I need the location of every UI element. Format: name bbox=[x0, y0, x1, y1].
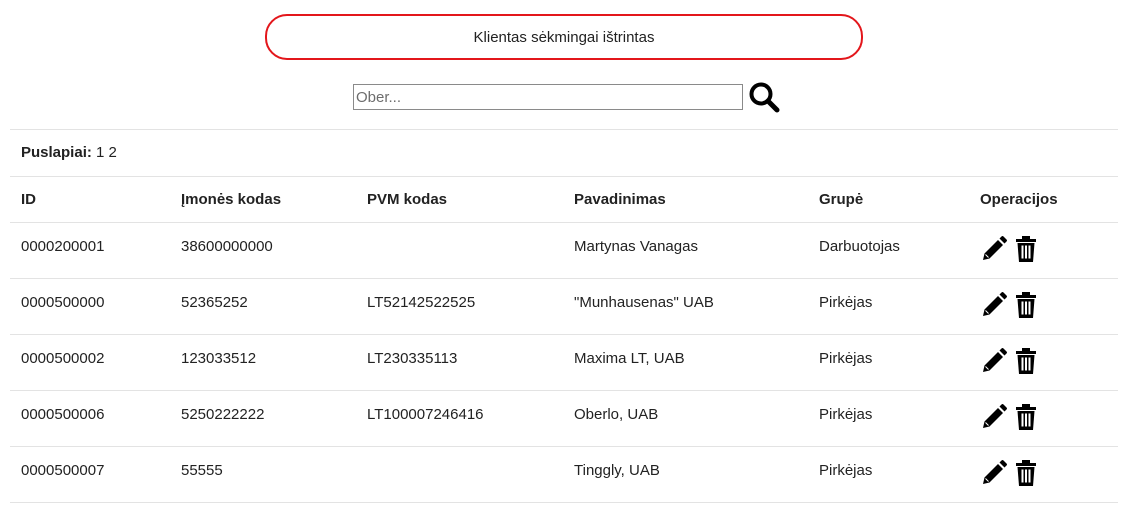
pencil-icon[interactable] bbox=[980, 291, 1008, 319]
divider bbox=[10, 129, 1118, 130]
table-row: 0000200001 38600000000 Martynas Vanagas Dar… bbox=[10, 222, 1118, 279]
success-alert: Klientas sėkmingai ištrintas bbox=[265, 14, 863, 60]
cell-grupe: Pirkėjas bbox=[808, 446, 969, 503]
trash-icon[interactable] bbox=[1012, 459, 1040, 487]
cell-operacijos bbox=[969, 334, 1118, 391]
pencil-icon[interactable] bbox=[980, 459, 1008, 487]
table-row: 0000500002 123033512 LT230335113 Maxima LT,… bbox=[10, 334, 1118, 391]
trash-icon[interactable] bbox=[1012, 235, 1040, 263]
trash-icon[interactable] bbox=[1012, 403, 1040, 431]
header-pvm-kodas[interactable]: PVM kodas bbox=[356, 176, 563, 223]
header-pavadinimas[interactable]: Pavadinimas bbox=[563, 176, 808, 223]
cell-pvm-kodas: LT100007246416 bbox=[356, 390, 563, 447]
header-imones-kodas[interactable]: Įmonės kodas bbox=[170, 176, 356, 223]
alert-message: Klientas sėkmingai ištrintas bbox=[473, 28, 655, 46]
cell-pavadinimas: Tinggly, UAB bbox=[563, 446, 808, 503]
row-operations bbox=[980, 235, 1118, 263]
cell-operacijos bbox=[969, 222, 1118, 279]
page-link-2[interactable]: 2 bbox=[109, 144, 117, 161]
cell-pvm-kodas bbox=[356, 446, 563, 503]
search-icon bbox=[749, 82, 780, 113]
search-input[interactable] bbox=[353, 84, 743, 110]
header-operacijos: Operacijos bbox=[969, 176, 1118, 223]
table-row: 0000500007 55555 Tinggly, UAB Pirkėjas bbox=[10, 446, 1118, 503]
cell-grupe: Pirkėjas bbox=[808, 278, 969, 335]
cell-imones-kodas: 38600000000 bbox=[170, 222, 356, 279]
cell-grupe: Darbuotojas bbox=[808, 222, 969, 279]
table-header-row: ID Įmonės kodas PVM kodas Pavadinimas Gr… bbox=[10, 176, 1118, 223]
pagination-label: Puslapiai: bbox=[21, 144, 92, 161]
header-grupe[interactable]: Grupė bbox=[808, 176, 969, 223]
cell-pavadinimas: Oberlo, UAB bbox=[563, 390, 808, 447]
cell-operacijos bbox=[969, 390, 1118, 447]
cell-pvm-kodas: LT230335113 bbox=[356, 334, 563, 391]
cell-grupe: Pirkėjas bbox=[808, 334, 969, 391]
page-link-1[interactable]: 1 bbox=[96, 144, 104, 161]
table-row: 0000500000 52365252 LT52142522525 "Munhause… bbox=[10, 278, 1118, 335]
cell-grupe: Pirkėjas bbox=[808, 390, 969, 447]
cell-id: 0000500006 bbox=[10, 390, 170, 447]
cell-imones-kodas: 123033512 bbox=[170, 334, 356, 391]
cell-imones-kodas: 55555 bbox=[170, 446, 356, 503]
table-row: 0000500006 5250222222 LT100007246416 Oberlo… bbox=[10, 390, 1118, 447]
cell-pavadinimas: "Munhausenas" UAB bbox=[563, 278, 808, 335]
pencil-icon[interactable] bbox=[980, 347, 1008, 375]
cell-imones-kodas: 5250222222 bbox=[170, 390, 356, 447]
trash-icon[interactable] bbox=[1012, 347, 1040, 375]
cell-pvm-kodas bbox=[356, 222, 563, 279]
pencil-icon[interactable] bbox=[980, 403, 1008, 431]
trash-icon[interactable] bbox=[1012, 291, 1040, 319]
pencil-icon[interactable] bbox=[980, 235, 1008, 263]
row-operations bbox=[980, 403, 1118, 431]
row-operations bbox=[980, 347, 1118, 375]
cell-imones-kodas: 52365252 bbox=[170, 278, 356, 335]
search-bar bbox=[353, 80, 781, 114]
search-button[interactable] bbox=[747, 80, 781, 114]
row-operations bbox=[980, 459, 1118, 487]
pagination: Puslapiai: 1 2 bbox=[21, 144, 117, 161]
header-id[interactable]: ID bbox=[10, 176, 170, 223]
cell-pavadinimas: Martynas Vanagas bbox=[563, 222, 808, 279]
cell-id: 0000500002 bbox=[10, 334, 170, 391]
cell-operacijos bbox=[969, 278, 1118, 335]
cell-operacijos bbox=[969, 446, 1118, 503]
cell-id: 0000500007 bbox=[10, 446, 170, 503]
cell-id: 0000200001 bbox=[10, 222, 170, 279]
clients-table: ID Įmonės kodas PVM kodas Pavadinimas Gr… bbox=[10, 176, 1118, 503]
row-operations bbox=[980, 291, 1118, 319]
cell-id: 0000500000 bbox=[10, 278, 170, 335]
cell-pavadinimas: Maxima LT, UAB bbox=[563, 334, 808, 391]
cell-pvm-kodas: LT52142522525 bbox=[356, 278, 563, 335]
